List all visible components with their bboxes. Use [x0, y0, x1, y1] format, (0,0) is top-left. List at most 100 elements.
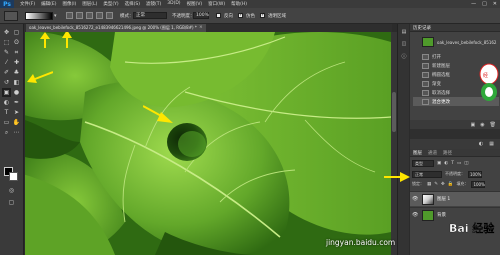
lock-position-icon[interactable]: ✥	[441, 182, 445, 187]
history-panel-icon[interactable]: ▤	[400, 28, 408, 36]
healing-brush-tool-icon[interactable]: ✚	[12, 58, 21, 67]
properties-panel-icon[interactable]: ◫	[400, 40, 408, 48]
menu-3d[interactable]: 3D(D)	[167, 1, 180, 7]
document-canvas[interactable]	[25, 32, 391, 255]
scrollbar-thumb[interactable]	[392, 92, 396, 132]
history-item-label: 渐变	[432, 81, 441, 87]
brush-tool-icon[interactable]: ✐	[2, 68, 11, 77]
filter-kind-select[interactable]: 类型	[412, 159, 434, 167]
maximize-button[interactable]: □	[482, 0, 487, 8]
watermark: jingyan.baidu.com	[326, 238, 396, 247]
dodge-tool-icon[interactable]: ◐	[2, 98, 11, 107]
layer-opacity-field[interactable]: 100%	[468, 170, 482, 178]
menu-image[interactable]: 图像(I)	[62, 1, 76, 7]
layer-row-selected[interactable]: 👁 图层 1	[410, 191, 500, 206]
zoom-tool-icon[interactable]: ⌕	[2, 128, 11, 137]
lasso-tool-icon[interactable]: ʘ	[12, 38, 21, 47]
mode-select[interactable]: 正常	[133, 12, 167, 19]
path-select-tool-icon[interactable]: ➤	[12, 108, 21, 117]
menu-view[interactable]: 视图(V)	[187, 1, 203, 7]
tool-preset-picker[interactable]	[4, 11, 18, 21]
eye-icon[interactable]: 👁	[412, 196, 419, 202]
menu-edit[interactable]: 编辑(E)	[41, 1, 56, 7]
layers-panel-tabs: 图层 通道 路径	[410, 149, 500, 157]
history-item[interactable]: 打开	[413, 52, 499, 61]
diamond-gradient-icon[interactable]	[106, 12, 113, 19]
tab-layers[interactable]: 图层	[413, 150, 422, 156]
lock-image-icon[interactable]: ✎	[434, 182, 438, 187]
blend-mode-select[interactable]: 正常	[412, 170, 442, 178]
info-panel-icon[interactable]: ⓘ	[400, 52, 408, 60]
gradient-tool-icon[interactable]: ▣	[2, 88, 11, 97]
menu-help[interactable]: 帮助(H)	[231, 1, 247, 7]
eye-icon[interactable]: 👁	[412, 212, 419, 218]
eraser-tool-icon[interactable]: ◧	[12, 78, 21, 87]
menu-filter[interactable]: 滤镜(T)	[146, 1, 161, 7]
history-state-icon	[422, 80, 429, 87]
artboard-tool-icon[interactable]: ▢	[12, 28, 21, 37]
new-document-from-state-icon[interactable]: ▣	[471, 122, 476, 128]
hand-tool-icon[interactable]: ✋	[12, 118, 21, 127]
quick-mask-icon[interactable]: ◎	[7, 186, 16, 195]
camera-snapshot-icon[interactable]: ◉	[480, 122, 484, 128]
type-tool-icon[interactable]: T	[2, 108, 11, 117]
shape-tool-icon[interactable]: ▭	[2, 118, 11, 127]
dither-checkbox[interactable]	[238, 12, 243, 18]
window-controls: — □ ✕	[471, 0, 497, 8]
menu-select[interactable]: 选择(S)	[125, 1, 140, 7]
fill-field[interactable]: 100%	[471, 180, 486, 188]
close-window-button[interactable]: ✕	[493, 0, 497, 8]
chevron-down-icon[interactable]: ▾	[54, 13, 57, 19]
blur-tool-icon[interactable]: ●	[12, 88, 21, 97]
smart-object-filter-icon[interactable]: ◫	[464, 161, 468, 166]
history-snapshot[interactable]: oak_leaves_bebilefock_85162...	[413, 35, 499, 49]
history-tab[interactable]: 历史记录	[413, 25, 431, 31]
lock-row: 锁定： ▦ ✎ ✥ 🔒 填充： 100%	[412, 180, 498, 188]
adjustment-filter-icon[interactable]: ◐	[444, 161, 448, 166]
background-color-swatch[interactable]	[9, 172, 18, 181]
layer-thumbnail	[422, 193, 434, 205]
opacity-field[interactable]: 100%	[193, 12, 209, 19]
transparency-checkbox[interactable]	[260, 12, 265, 18]
annotation-arrow	[62, 32, 72, 48]
shape-filter-icon[interactable]: ▭	[457, 161, 461, 166]
menu-window[interactable]: 窗口(W)	[208, 1, 225, 7]
quick-select-tool-icon[interactable]: ✎	[2, 48, 11, 57]
menu-type[interactable]: 类型(Y)	[103, 1, 118, 7]
baidu-jingyan-logo: Bai 经验	[449, 221, 496, 235]
close-icon[interactable]: ×	[199, 24, 203, 32]
history-brush-tool-icon[interactable]: ↺	[2, 78, 11, 87]
linear-gradient-icon[interactable]	[66, 12, 73, 19]
document-tab[interactable]: oak_leaves_bebilefock_8516272_e148394662…	[26, 24, 206, 32]
transparency-label: 透明区域	[268, 14, 286, 19]
menu-items: 文件(F) 编辑(E) 图像(I) 图层(L) 类型(Y) 选择(S) 滤镜(T…	[20, 1, 247, 7]
lock-transparent-icon[interactable]: ▦	[427, 182, 431, 187]
more-tools-icon[interactable]: ⋯	[12, 128, 21, 137]
radial-gradient-icon[interactable]	[76, 12, 83, 19]
annotation-arrow	[384, 172, 410, 182]
pen-tool-icon[interactable]: ✒	[12, 98, 21, 107]
tab-channels[interactable]: 通道	[428, 150, 437, 156]
angle-gradient-icon[interactable]	[86, 12, 93, 19]
eyedropper-tool-icon[interactable]: ⁄	[2, 58, 11, 67]
clone-stamp-tool-icon[interactable]: ♣	[12, 68, 21, 77]
crop-tool-icon[interactable]: ⌗	[12, 48, 21, 57]
pixel-filter-icon[interactable]: ▣	[437, 161, 441, 166]
lock-all-icon[interactable]: 🔒	[448, 182, 454, 187]
styles-icon[interactable]: ▦	[489, 141, 494, 147]
menu-layer[interactable]: 图层(L)	[82, 1, 97, 7]
tab-paths[interactable]: 路径	[443, 150, 452, 156]
layer-filter-row: 类型 ▣ ◐ T ▭ ◫	[412, 159, 498, 167]
dither-label: 仿色	[246, 14, 255, 19]
minimize-button[interactable]: —	[471, 0, 476, 8]
marquee-tool-icon[interactable]: ⬚	[2, 38, 11, 47]
adjustment-icon[interactable]: ◐	[479, 141, 483, 147]
gradient-editor-swatch[interactable]	[25, 12, 53, 20]
screen-mode-icon[interactable]: ▢	[7, 198, 16, 207]
menu-file[interactable]: 文件(F)	[20, 1, 35, 7]
move-tool-icon[interactable]: ✥	[2, 28, 11, 37]
reverse-checkbox[interactable]	[216, 13, 221, 18]
reflected-gradient-icon[interactable]	[96, 12, 103, 19]
trash-icon[interactable]: 🗑	[490, 122, 496, 128]
type-filter-icon[interactable]: T	[451, 161, 454, 166]
